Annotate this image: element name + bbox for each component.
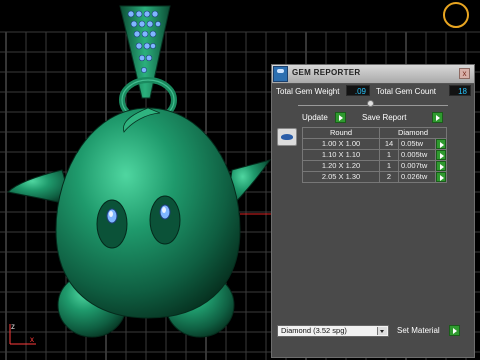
- chevron-down-icon[interactable]: [377, 327, 387, 335]
- total-gem-count-label: Total Gem Count: [376, 87, 437, 96]
- gem-count: 1: [379, 149, 399, 161]
- close-button[interactable]: x: [459, 68, 470, 79]
- slider-handle[interactable]: [367, 100, 374, 107]
- gem-weight: 0.026tw: [398, 171, 436, 183]
- gem-weight: 0.05tw: [398, 138, 436, 150]
- table-row[interactable]: 1.20 X 1.20 1 0.007tw: [302, 160, 447, 172]
- material-dropdown[interactable]: Diamond (3.52 spg): [277, 325, 389, 337]
- gem-reporter-panel: GEM REPORTER x Total Gem Weight .09 Tota…: [271, 64, 475, 358]
- total-gem-weight-value: .09: [346, 85, 370, 96]
- gem-size: 1.10 X 1.10: [302, 149, 380, 161]
- update-button[interactable]: [335, 112, 346, 123]
- save-report-label: Save Report: [362, 113, 407, 122]
- gem-reporter-app-icon: [273, 66, 288, 82]
- axis-x-label: x: [30, 335, 34, 344]
- row-select-button[interactable]: [436, 161, 446, 171]
- gem-count: 2: [379, 171, 399, 183]
- gem-table: Round Diamond 1.00 X 1.00 14 0.05tw 1.10…: [302, 127, 447, 183]
- total-gem-weight-label: Total Gem Weight: [276, 87, 340, 96]
- table-header-row: Round Diamond: [302, 127, 447, 139]
- view-navigation-ring[interactable]: [443, 2, 469, 28]
- row-select-button[interactable]: [436, 172, 446, 182]
- gem-count: 14: [379, 138, 399, 150]
- gem-weight: 0.007tw: [398, 160, 436, 172]
- axis-indicator: z x: [9, 322, 36, 345]
- set-material-label: Set Material: [397, 326, 440, 335]
- panel-titlebar[interactable]: GEM REPORTER x: [272, 65, 474, 84]
- axis-z-label: z: [11, 322, 15, 331]
- update-label: Update: [302, 113, 328, 122]
- gem-shape-icon[interactable]: [277, 128, 297, 146]
- material-selected-value: Diamond (3.52 spg): [281, 326, 347, 335]
- row-select-button[interactable]: [436, 139, 446, 149]
- row-select-button[interactable]: [436, 150, 446, 160]
- gem-size: 1.20 X 1.20: [302, 160, 380, 172]
- table-row[interactable]: 1.00 X 1.00 14 0.05tw: [302, 138, 447, 150]
- total-gem-count-value: 18: [449, 85, 471, 96]
- column-header-material: Diamond: [379, 127, 447, 139]
- table-row[interactable]: 2.05 X 1.30 2 0.026tw: [302, 171, 447, 183]
- gem-size: 2.05 X 1.30: [302, 171, 380, 183]
- column-header-shape: Round: [302, 127, 380, 139]
- close-icon: x: [462, 69, 467, 78]
- save-report-button[interactable]: [432, 112, 443, 123]
- table-row[interactable]: 1.10 X 1.10 1 0.005tw: [302, 149, 447, 161]
- gem-size: 1.00 X 1.00: [302, 138, 380, 150]
- gem-count: 1: [379, 160, 399, 172]
- set-material-button[interactable]: [449, 325, 460, 336]
- panel-title: GEM REPORTER: [292, 68, 361, 77]
- gem-weight: 0.005tw: [398, 149, 436, 161]
